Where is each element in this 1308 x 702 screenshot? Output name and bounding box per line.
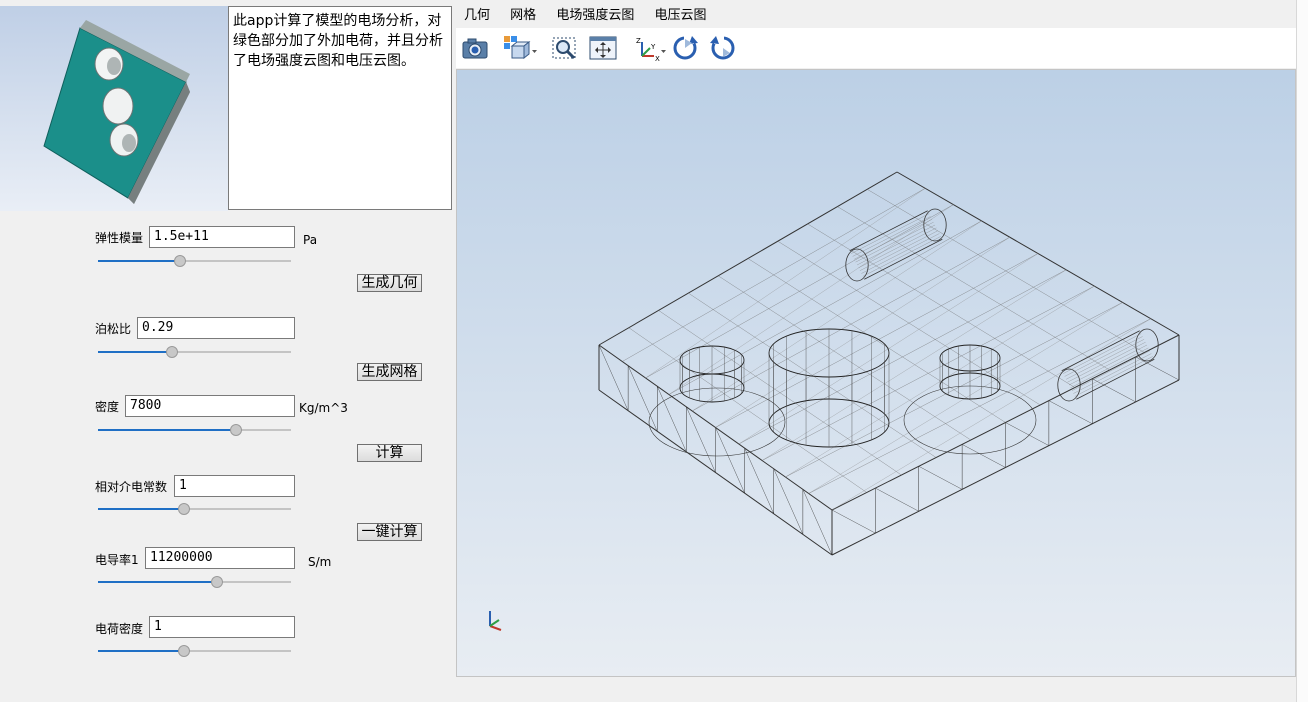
view-tabs: 几何 网格 电场强度云图 电压云图 bbox=[456, 6, 714, 28]
view-cube-icon[interactable] bbox=[502, 34, 537, 62]
charge-density-input[interactable]: 1 bbox=[149, 616, 295, 638]
camera-icon[interactable] bbox=[460, 34, 490, 62]
model-preview bbox=[0, 6, 228, 211]
param-label-elastic-modulus: 弹性模量 bbox=[95, 231, 144, 245]
one-click-compute-button[interactable]: 一键计算 bbox=[357, 523, 422, 541]
conductivity-input[interactable]: 11200000 bbox=[145, 547, 295, 569]
svg-text:X: X bbox=[655, 55, 660, 62]
param-label-charge-density: 电荷密度 bbox=[95, 622, 144, 636]
conductivity-slider[interactable] bbox=[98, 575, 291, 589]
unit-density: Kg/m^3 bbox=[299, 401, 348, 415]
elastic-modulus-input[interactable]: 1.5e+11 bbox=[149, 226, 295, 248]
description-text: 此app计算了模型的电场分析，对绿色部分加了外加电荷，并且分析了电场强度云图和电… bbox=[228, 6, 452, 210]
compute-button[interactable]: 计算 bbox=[357, 444, 422, 462]
density-slider[interactable] bbox=[98, 423, 291, 437]
slider-handle[interactable] bbox=[178, 503, 190, 515]
generate-geometry-button[interactable]: 生成几何 bbox=[357, 274, 422, 292]
elastic-modulus-slider[interactable] bbox=[98, 254, 291, 268]
axis-triad-icon bbox=[489, 611, 502, 631]
generate-mesh-button[interactable]: 生成网格 bbox=[357, 363, 422, 381]
zoom-extents-icon[interactable] bbox=[588, 34, 618, 62]
tab-geometry[interactable]: 几何 bbox=[456, 6, 498, 26]
slider-handle[interactable] bbox=[178, 645, 190, 657]
charge-density-slider[interactable] bbox=[98, 644, 291, 658]
param-label-poisson-ratio: 泊松比 bbox=[95, 322, 132, 336]
svg-text:Y: Y bbox=[650, 43, 656, 51]
mesh-wireframe bbox=[489, 171, 1180, 631]
tab-field-strength[interactable]: 电场强度云图 bbox=[548, 6, 642, 26]
slider-handle[interactable] bbox=[166, 346, 178, 358]
3d-viewport[interactable] bbox=[456, 69, 1296, 677]
param-label-conductivity: 电导率1 bbox=[95, 553, 139, 567]
slider-handle[interactable] bbox=[174, 255, 186, 267]
relative-permittivity-slider[interactable] bbox=[98, 502, 291, 516]
tab-voltage[interactable]: 电压云图 bbox=[646, 6, 714, 26]
axes-orientation-icon[interactable]: Z YX bbox=[634, 34, 666, 63]
zoom-box-icon[interactable] bbox=[550, 34, 580, 62]
rotate-ccw-icon[interactable] bbox=[708, 34, 738, 62]
poisson-ratio-slider[interactable] bbox=[98, 345, 291, 359]
tab-mesh[interactable]: 网格 bbox=[502, 6, 544, 26]
poisson-ratio-input[interactable]: 0.29 bbox=[137, 317, 295, 339]
window-edge bbox=[1296, 0, 1308, 702]
svg-text:Z: Z bbox=[636, 37, 641, 45]
model-preview-image bbox=[43, 20, 190, 204]
slider-handle[interactable] bbox=[230, 424, 242, 436]
rotate-cw-icon[interactable] bbox=[670, 34, 700, 62]
unit-conductivity: S/m bbox=[308, 555, 332, 569]
param-label-relative-permittivity: 相对介电常数 bbox=[95, 480, 168, 494]
param-label-density: 密度 bbox=[95, 400, 120, 414]
slider-handle[interactable] bbox=[211, 576, 223, 588]
density-input[interactable]: 7800 bbox=[125, 395, 295, 417]
unit-elastic-modulus: Pa bbox=[303, 233, 318, 247]
relative-permittivity-input[interactable]: 1 bbox=[174, 475, 295, 497]
viewer-toolbar: Z YX bbox=[456, 28, 1296, 68]
